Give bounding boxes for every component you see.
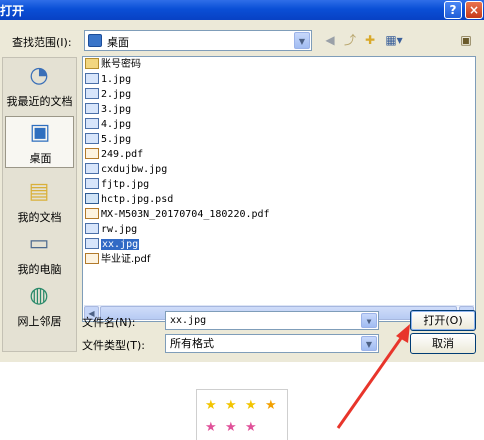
screen: 打开 ? × 查找范围(I): 桌面 ▼ ◀ ⤴ ✚ ▦▾ ▣ ◔ 我最近的文档… xyxy=(0,0,484,440)
red-arrow-annotation xyxy=(336,324,410,429)
arrow-shaft xyxy=(336,333,406,429)
